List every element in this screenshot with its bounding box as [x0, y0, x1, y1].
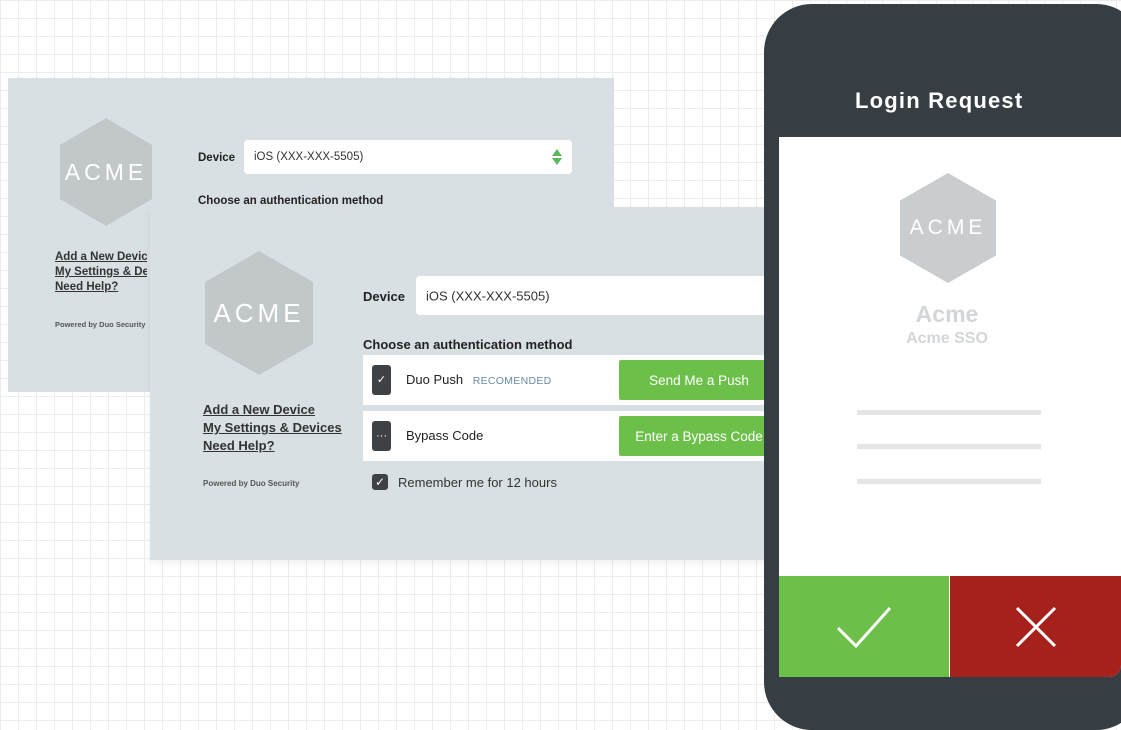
checkbox-checked-icon[interactable]: ✓	[372, 474, 388, 490]
device-select[interactable]: iOS (XXX-XXX-5505)	[244, 140, 572, 174]
device-select[interactable]: iOS (XXX-XXX-5505)	[416, 276, 784, 315]
acme-logo: ACME	[900, 173, 996, 283]
remember-label: Remember me for 12 hours	[398, 474, 557, 490]
x-icon	[1015, 606, 1056, 647]
method-label: Bypass Code	[406, 428, 484, 443]
choose-method-label: Choose an authentication method	[363, 337, 573, 352]
send-push-button[interactable]: Send Me a Push	[619, 360, 779, 400]
help-link[interactable]: Need Help?	[55, 280, 147, 295]
phone-screen: ACME Acme Acme SSO	[779, 137, 1121, 677]
enter-bypass-code-button[interactable]: Enter a Bypass Code	[619, 416, 779, 456]
acme-logo: ACME	[205, 251, 313, 375]
check-icon	[836, 606, 892, 648]
device-label: Device	[363, 289, 405, 304]
deny-button[interactable]	[950, 576, 1121, 677]
acme-logo: ACME	[60, 118, 152, 226]
device-select-value: iOS (XXX-XXX-5505)	[426, 288, 550, 303]
help-link[interactable]: Need Help?	[203, 437, 342, 455]
settings-link[interactable]: My Settings & Devices	[55, 265, 147, 280]
select-arrows-icon	[552, 149, 562, 165]
method-bypass-code: ··· Bypass Code Enter a Bypass Code	[363, 411, 784, 461]
phone-check-icon: ✓	[372, 365, 391, 395]
help-links: Add a New Device My Settings & Devices N…	[203, 401, 342, 455]
placeholder-line	[857, 410, 1041, 415]
powered-by: Powered by Duo Security	[55, 320, 146, 329]
login-request-title: Login Request	[855, 88, 1024, 113]
app-name: Acme	[915, 301, 979, 327]
device-select-value: iOS (XXX-XXX-5505)	[254, 151, 364, 163]
choose-method-label: Choose an authentication method	[198, 195, 384, 207]
front-login-panel: ACME Device iOS (XXX-XXX-5505) Choose an…	[150, 207, 832, 560]
settings-link[interactable]: My Settings & Devices	[203, 419, 342, 437]
remember-me[interactable]: ✓ Remember me for 12 hours	[372, 474, 557, 490]
phone-dots-icon: ···	[372, 421, 391, 451]
recommended-tag: RECOMENDED	[472, 375, 552, 387]
add-device-link[interactable]: Add a New Device	[55, 250, 147, 265]
approve-button[interactable]	[779, 576, 949, 677]
device-label: Device	[198, 152, 236, 164]
help-links: Add a New Device My Settings & Devices N…	[55, 250, 147, 295]
add-device-link[interactable]: Add a New Device	[203, 401, 342, 419]
powered-by: Powered by Duo Security	[203, 479, 300, 488]
method-label: Duo Push	[406, 372, 464, 387]
method-duo-push: ✓ Duo Push RECOMENDED Send Me a Push	[363, 355, 784, 405]
placeholder-line	[857, 444, 1041, 449]
placeholder-line	[857, 479, 1041, 484]
app-subtitle: Acme SSO	[906, 330, 988, 347]
